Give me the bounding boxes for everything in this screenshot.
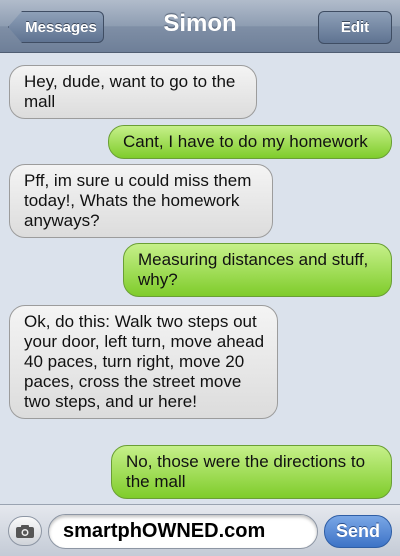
message-bubble-incoming: Pff, im sure u could miss them today!, W… [9,164,273,238]
message-composer: smartphOWNED.com Send [0,504,400,556]
edit-button[interactable]: Edit [318,11,392,44]
camera-icon [16,524,34,538]
message-bubble-outgoing: Cant, I have to do my homework [108,125,392,159]
message-bubble-incoming: Ok, do this: Walk two steps out your doo… [9,305,278,419]
message-input[interactable]: smartphOWNED.com [48,514,318,549]
message-bubble-incoming: Hey, dude, want to go to the mall [9,65,257,119]
message-bubble-outgoing: No, those were the directions to the mal… [111,445,392,499]
navigation-bar: Messages Simon Edit [0,0,400,53]
camera-button[interactable] [8,516,42,546]
message-bubble-outgoing: Measuring distances and stuff, why? [123,243,392,297]
send-button[interactable]: Send [324,515,392,548]
